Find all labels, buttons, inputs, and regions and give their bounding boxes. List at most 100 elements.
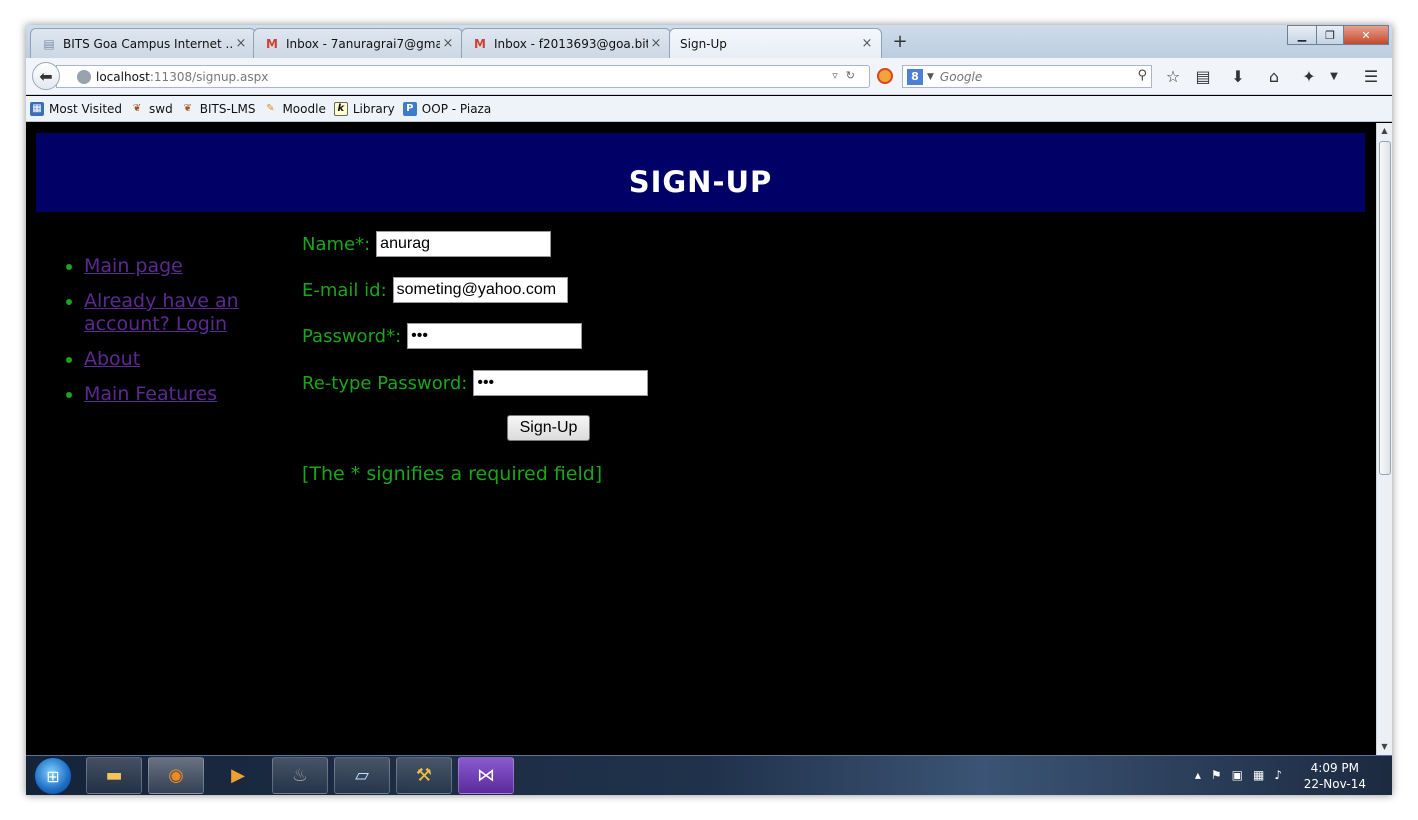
side-navigation: Main page Already have an account? Login… xyxy=(66,255,296,418)
clock-time: 4:09 PM xyxy=(1310,761,1360,775)
visual-studio-icon: ⋈ xyxy=(477,765,495,786)
globe-icon xyxy=(77,69,91,84)
tab-sign-up[interactable]: Sign-Up × xyxy=(669,28,882,58)
bookmarks-toolbar: ▦ Most Visited ❦ swd ❦ BITS-LMS ✎ Moodle… xyxy=(26,96,1392,122)
flame-icon: ♨ xyxy=(291,765,309,786)
bookmark-bits-lms[interactable]: ❦ BITS-LMS xyxy=(181,102,256,116)
retype-password-input[interactable] xyxy=(473,370,649,396)
url-bar[interactable]: localhost:11308/signup.aspx ▿↻ xyxy=(56,65,870,88)
download-icon[interactable]: ⬇ xyxy=(1227,66,1249,88)
scrollbar-thumb[interactable] xyxy=(1379,141,1391,475)
retype-password-row: Re-type Password: xyxy=(302,370,649,396)
bookmark-oop-piazza[interactable]: P OOP - Piaza xyxy=(402,101,491,116)
url-path: :11308/signup.aspx xyxy=(149,69,269,84)
scroll-down-icon[interactable]: ▼ xyxy=(1377,739,1392,755)
library-icon: k xyxy=(333,101,348,116)
home-icon[interactable]: ⌂ xyxy=(1263,66,1285,88)
media-player-icon: ▶ xyxy=(231,765,245,786)
required-field-note: [The * signifies a required field] xyxy=(302,463,603,485)
close-icon[interactable]: × xyxy=(859,36,875,51)
noscript-icon[interactable] xyxy=(877,68,893,84)
password-row: Password*: xyxy=(302,323,583,349)
taskbar-firefox[interactable]: ◉ xyxy=(148,757,204,794)
nav-item-login: Already have an account? Login xyxy=(66,290,296,336)
folder-icon: ▬ xyxy=(105,765,123,786)
taskbar-visual-studio[interactable]: ⋈ xyxy=(458,757,514,794)
gmail-icon: M xyxy=(266,36,278,51)
tab-inbox-bits[interactable]: M Inbox - f2013693@goa.bits... × xyxy=(461,28,671,58)
owl-icon: ❦ xyxy=(183,103,192,114)
taskbar-notepad[interactable]: ▱ xyxy=(334,757,390,794)
about-link[interactable]: About xyxy=(84,348,140,370)
windows-logo-icon: ⊞ xyxy=(46,766,60,786)
new-tab-button[interactable]: + xyxy=(890,31,910,53)
vertical-scrollbar[interactable]: ▲ ▼ xyxy=(1376,123,1392,755)
firefox-icon: ◉ xyxy=(168,765,184,786)
email-row: E-mail id: xyxy=(302,277,568,303)
clock-date: 22-Nov-14 xyxy=(1303,777,1366,791)
tools-icon: ⚒ xyxy=(415,765,433,786)
chevron-down-icon[interactable]: ▼ xyxy=(1323,66,1345,88)
close-window-button[interactable]: ✕ xyxy=(1343,25,1389,45)
tab-strip: ▤ BITS Goa Campus Internet ... × M Inbox… xyxy=(26,25,1392,58)
bookmark-swd[interactable]: ❦ swd xyxy=(130,102,173,116)
nav-item-main-features: Main Features xyxy=(66,383,296,406)
password-input[interactable] xyxy=(407,323,583,349)
page-title: SIGN-UP xyxy=(628,164,773,199)
chevron-down-icon[interactable]: ▼ xyxy=(927,72,934,82)
main-features-link[interactable]: Main Features xyxy=(84,383,217,405)
taskbar-clock[interactable]: 4:09 PM 22-Nov-14 xyxy=(1304,760,1366,792)
bookmark-moodle[interactable]: ✎ Moodle xyxy=(263,102,326,116)
windows-taskbar: ⊞ ▬ ◉ ▶ ♨ ▱ ⚒ ⋈ ▴⚑▣▦♪ 4:09 PM 22-Nov-14 xyxy=(26,755,1392,795)
page-content: SIGN-UP Main page Already have an accoun… xyxy=(26,123,1376,755)
main-page-link[interactable]: Main page xyxy=(84,255,183,277)
gmail-icon: M xyxy=(474,36,486,51)
taskbar-explorer[interactable]: ▬ xyxy=(86,757,142,794)
search-input[interactable] xyxy=(939,69,1130,84)
addon-icon[interactable]: ✦ xyxy=(1298,66,1320,88)
close-icon[interactable]: × xyxy=(440,36,456,51)
email-input[interactable] xyxy=(392,277,568,303)
taskbar-app-dark[interactable]: ♨ xyxy=(272,757,328,794)
name-label: Name*: xyxy=(302,233,371,255)
taskbar-tools[interactable]: ⚒ xyxy=(396,757,452,794)
system-tray[interactable]: ▴⚑▣▦♪ xyxy=(1195,768,1292,782)
search-icon[interactable]: ⚲ xyxy=(1137,68,1147,83)
name-row: Name*: xyxy=(302,231,552,257)
reload-icon[interactable]: ▿↻ xyxy=(832,69,863,82)
close-icon[interactable]: × xyxy=(233,36,249,51)
bookmark-most-visited[interactable]: ▦ Most Visited xyxy=(30,101,122,116)
back-button[interactable]: ⬅ xyxy=(32,62,60,90)
login-link[interactable]: Already have an account? Login xyxy=(84,290,239,335)
scroll-up-icon[interactable]: ▲ xyxy=(1377,123,1392,139)
most-visited-icon: ▦ xyxy=(30,101,44,116)
taskbar-media-player[interactable]: ▶ xyxy=(210,757,266,794)
tab-inbox-gmail[interactable]: M Inbox - 7anuragrai7@gmail... × xyxy=(253,28,463,58)
url-host: localhost xyxy=(96,69,150,84)
maximize-button[interactable]: ❐ xyxy=(1316,25,1344,45)
sign-up-button[interactable]: Sign-Up xyxy=(507,415,590,441)
email-label: E-mail id: xyxy=(302,279,387,301)
pages-icon: ▤ xyxy=(43,36,55,51)
reading-list-icon[interactable]: ▤ xyxy=(1192,66,1214,88)
back-arrow-icon: ⬅ xyxy=(39,66,53,86)
navigation-toolbar: ⬅ localhost:11308/signup.aspx ▿↻ 8 ▼ ⚲ ☆… xyxy=(26,58,1392,95)
retype-password-label: Re-type Password: xyxy=(302,372,468,394)
page-header: SIGN-UP xyxy=(36,133,1365,212)
menu-icon[interactable]: ☰ xyxy=(1360,66,1382,88)
tab-bits-goa[interactable]: ▤ BITS Goa Campus Internet ... × xyxy=(30,28,256,58)
piazza-icon: P xyxy=(402,101,417,116)
password-label: Password*: xyxy=(302,325,402,347)
search-bar[interactable]: 8 ▼ ⚲ xyxy=(902,65,1152,88)
nav-item-main-page: Main page xyxy=(66,255,296,278)
bookmark-star-icon[interactable]: ☆ xyxy=(1162,66,1184,88)
close-icon[interactable]: × xyxy=(648,36,664,51)
start-button[interactable]: ⊞ xyxy=(34,757,72,795)
google-search-engine-icon[interactable]: 8 xyxy=(907,68,923,85)
notepad-icon: ▱ xyxy=(355,765,369,786)
owl-icon: ❦ xyxy=(132,103,142,114)
name-input[interactable] xyxy=(376,231,552,257)
minimize-button[interactable]: ▁ xyxy=(1287,25,1317,45)
nav-item-about: About xyxy=(66,348,296,371)
bookmark-library[interactable]: k Library xyxy=(333,101,395,116)
